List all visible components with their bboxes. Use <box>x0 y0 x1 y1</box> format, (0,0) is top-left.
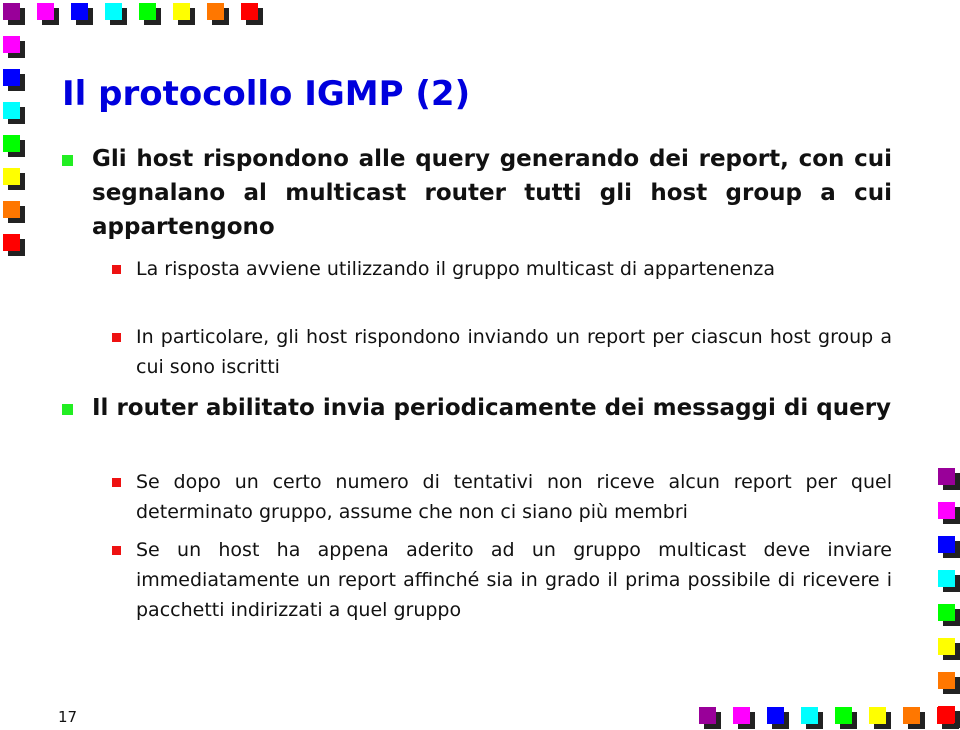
decor-square <box>938 672 960 694</box>
decor-square <box>105 3 127 25</box>
slide-title: Il protocollo IGMP (2) <box>62 74 471 114</box>
decor-square <box>938 570 960 592</box>
decor-square <box>767 707 789 729</box>
decor-square <box>207 3 229 25</box>
bullet-level2-icon <box>112 478 121 487</box>
decor-square <box>139 3 161 25</box>
decor-square <box>3 168 25 190</box>
bullet-level2-icon <box>112 333 121 342</box>
decor-square <box>173 3 195 25</box>
bullet-2-text: Il router abilitato invia periodicamente… <box>92 395 892 421</box>
bullet-level2-icon <box>112 546 121 555</box>
decor-square <box>3 135 25 157</box>
decor-square <box>903 707 925 729</box>
decor-square <box>937 707 959 729</box>
decor-square <box>3 36 25 58</box>
bullet-1-2-text: In particolare, gli host rispondono invi… <box>136 326 892 378</box>
decor-square <box>938 638 960 660</box>
decor-square <box>938 536 960 558</box>
decor-square <box>801 707 823 729</box>
bullet-1-1-text: La risposta avviene utilizzando il grupp… <box>136 258 775 280</box>
bullet-level1-icon <box>62 404 73 415</box>
decor-square <box>699 707 721 729</box>
decor-square <box>733 707 755 729</box>
page-number: 17 <box>58 708 78 726</box>
decor-square <box>37 3 59 25</box>
decor-square <box>938 502 960 524</box>
decor-square <box>3 102 25 124</box>
bullet-2-1-text: Se dopo un certo numero di tentativi non… <box>136 471 892 523</box>
decor-square <box>835 707 857 729</box>
bullet-level1-icon <box>62 155 73 166</box>
decor-square <box>241 3 263 25</box>
decor-square <box>938 604 960 626</box>
decor-square <box>3 234 25 256</box>
bullet-2-2-text: Se un host ha appena aderito ad un grupp… <box>136 539 892 621</box>
decor-square <box>938 468 960 490</box>
decor-square <box>3 201 25 223</box>
bullet-1-text: Gli host rispondono alle query generando… <box>92 146 892 240</box>
bullet-level2-icon <box>112 265 121 274</box>
decor-square <box>71 3 93 25</box>
decor-square <box>869 707 891 729</box>
decor-square <box>3 69 25 91</box>
decor-square <box>3 3 25 25</box>
